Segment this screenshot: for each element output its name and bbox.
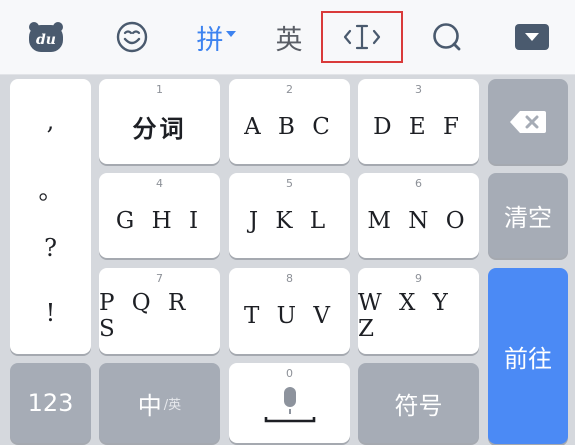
symbols-button[interactable]: 符号	[358, 363, 479, 443]
punct-exclaim[interactable]: !	[10, 299, 91, 327]
punct-question[interactable]: ?	[10, 234, 91, 262]
key-4[interactable]: 4 G H I	[99, 173, 220, 258]
pinyin-mode-button[interactable]: 拼	[186, 0, 246, 74]
go-label: 前往	[504, 344, 552, 373]
baidu-logo-icon[interactable]: du	[26, 0, 66, 74]
key-label: D E F	[373, 113, 464, 140]
key-label: M N O	[367, 207, 470, 234]
clear-button[interactable]: 清空	[488, 173, 568, 258]
key-label: A B C	[244, 113, 335, 140]
key-number: 0	[286, 367, 293, 380]
microphone-icon	[229, 381, 350, 425]
key-label: J K L	[248, 207, 331, 234]
cursor-move-button[interactable]	[321, 11, 403, 63]
backspace-button[interactable]	[488, 79, 568, 164]
symbols-label: 符号	[394, 391, 443, 420]
pinyin-label: 拼	[196, 24, 224, 56]
numbers-label: 123	[27, 389, 74, 417]
key-label: T U V	[244, 303, 335, 329]
go-button[interactable]: 前往	[488, 268, 568, 444]
search-icon[interactable]	[427, 0, 467, 74]
lang-sub-label: /英	[163, 397, 182, 413]
key-8[interactable]: 8 T U V	[229, 268, 350, 354]
hide-keyboard-icon[interactable]	[510, 0, 554, 74]
key-5[interactable]: 5 J K L	[229, 173, 350, 258]
chevron-down-icon	[225, 31, 236, 37]
key-2[interactable]: 2 A B C	[229, 79, 350, 164]
key-3[interactable]: 3 D E F	[358, 79, 479, 164]
backspace-icon	[488, 79, 568, 164]
language-toggle-button[interactable]: 中/英	[99, 363, 220, 443]
punct-comma[interactable]: ,	[10, 107, 91, 135]
key-9[interactable]: 9 W X Y Z	[358, 268, 479, 354]
text-cursor-icon	[343, 24, 381, 50]
english-label: 英	[275, 24, 303, 56]
language-toggle-label: 中/英	[99, 363, 220, 443]
space-button[interactable]: 0	[229, 363, 350, 443]
punctuation-column[interactable]: , 。 ? !	[10, 79, 91, 354]
key-label: W X Y Z	[358, 290, 453, 342]
key-label: G H I	[115, 207, 204, 234]
lang-main-label: 中	[137, 391, 162, 420]
svg-text:du: du	[36, 32, 56, 48]
keyboard-toolbar: du 拼 英	[0, 0, 575, 75]
numbers-button[interactable]: 123	[10, 363, 91, 443]
key-label: 分词	[132, 115, 187, 143]
key-label: P Q R S	[99, 290, 191, 342]
key-6[interactable]: 6 M N O	[358, 173, 479, 258]
clear-label: 清空	[504, 204, 552, 232]
key-7[interactable]: 7 P Q R S	[99, 268, 220, 354]
english-mode-button[interactable]: 英	[266, 0, 312, 74]
punct-period[interactable]: 。	[10, 171, 91, 206]
emoji-icon[interactable]	[112, 0, 152, 74]
key-1[interactable]: 1 分词	[99, 79, 220, 164]
